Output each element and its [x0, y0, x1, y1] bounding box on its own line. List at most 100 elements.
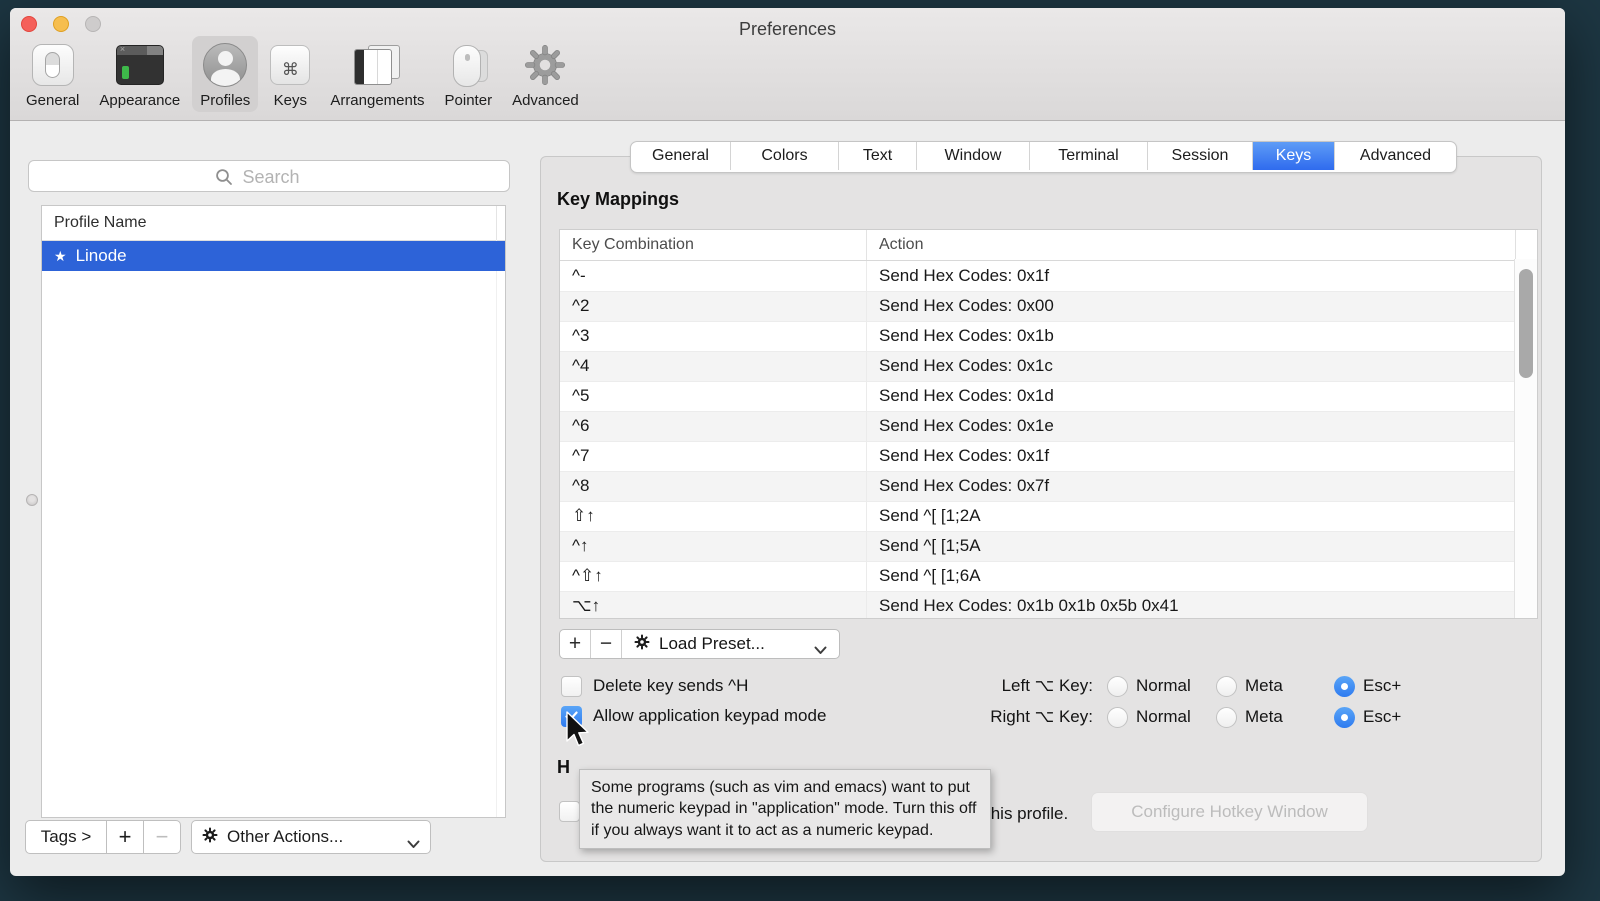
key-mapping-row[interactable]: ^3Send Hex Codes: 0x1b: [560, 321, 1537, 351]
appearance-terminal-icon: ×: [116, 41, 164, 89]
application-keypad-checkbox-row: Allow application keypad mode: [561, 704, 826, 728]
left-option-normal-radio[interactable]: Normal: [1107, 674, 1191, 698]
key-mapping-row[interactable]: ^8Send Hex Codes: 0x7f: [560, 471, 1537, 501]
toolbar-item-advanced[interactable]: Advanced: [504, 36, 587, 112]
gear-icon: [202, 827, 218, 848]
table-header: Key Combination Action: [560, 230, 1537, 261]
chevron-down-icon: [407, 834, 420, 854]
tab-terminal[interactable]: Terminal: [1030, 142, 1148, 170]
tab-keys[interactable]: Keys: [1253, 142, 1335, 170]
delete-key-sends-checkbox[interactable]: [561, 676, 582, 697]
key-mapping-row[interactable]: ^↑Send ^[ [1;5A: [560, 531, 1537, 561]
tab-advanced[interactable]: Advanced: [1335, 142, 1456, 170]
key-combination-cell: ^7: [560, 441, 867, 471]
general-switch-icon: [32, 41, 74, 89]
desktop: { "window": { "title": "Preferences" }, …: [0, 0, 1600, 901]
key-mapping-row[interactable]: ^7Send Hex Codes: 0x1f: [560, 441, 1537, 471]
key-mapping-row[interactable]: ⇧↑Send ^[ [1;2A: [560, 501, 1537, 531]
load-preset-dropdown[interactable]: Load Preset...: [621, 630, 839, 658]
radio-selected-icon: [1334, 676, 1355, 697]
arrangements-windows-icon: [354, 41, 400, 89]
key-mapping-row[interactable]: ^-Send Hex Codes: 0x1f: [560, 261, 1537, 291]
action-cell: Send Hex Codes: 0x1b 0x1b 0x5b 0x41: [867, 591, 1516, 619]
profile-row-linode[interactable]: ★ Linode: [42, 241, 505, 271]
toolbar-item-appearance[interactable]: × Appearance: [91, 36, 188, 112]
key-mappings-table: Key Combination Action ^-Send Hex Codes:…: [559, 229, 1538, 619]
toolbar-item-pointer[interactable]: Pointer: [437, 36, 501, 112]
gear-icon: [634, 634, 650, 655]
profiles-person-icon: [203, 41, 247, 89]
key-mapping-row[interactable]: ^2Send Hex Codes: 0x00: [560, 291, 1537, 321]
right-option-key-label: Right ⌥ Key:: [851, 707, 1093, 727]
radio-icon: [1107, 707, 1128, 728]
tab-colors[interactable]: Colors: [731, 142, 839, 170]
toolbar-item-general[interactable]: General: [18, 36, 87, 112]
preferences-window: Preferences General × Appearance Profile…: [10, 8, 1565, 876]
key-combination-cell: ⇧↑: [560, 501, 867, 531]
remove-key-mapping-button[interactable]: −: [590, 630, 621, 658]
delete-key-sends-checkbox-row: Delete key sends ^H: [561, 674, 748, 698]
right-option-normal-radio[interactable]: Normal: [1107, 705, 1191, 729]
action-cell: Send Hex Codes: 0x1b: [867, 321, 1516, 351]
add-key-mapping-button[interactable]: +: [560, 630, 590, 658]
pane-splitter-dot[interactable]: [26, 494, 38, 506]
action-cell: Send ^[ [1;5A: [867, 531, 1516, 561]
configure-hotkey-window-button[interactable]: Configure Hotkey Window: [1091, 792, 1368, 832]
profile-list-header[interactable]: Profile Name: [42, 206, 505, 241]
radio-selected-icon: [1334, 707, 1355, 728]
right-option-meta-radio[interactable]: Meta: [1216, 705, 1283, 729]
toolbar-item-profiles[interactable]: Profiles: [192, 36, 258, 112]
key-mapping-row[interactable]: ⌥↑Send Hex Codes: 0x1b 0x1b 0x5b 0x41: [560, 591, 1537, 619]
key-combination-cell: ^5: [560, 381, 867, 411]
key-combination-cell: ^2: [560, 291, 867, 321]
radio-icon: [1216, 676, 1237, 697]
action-cell: Send ^[ [1;6A: [867, 561, 1516, 591]
toolbar-item-keys[interactable]: ⌘ Keys: [262, 36, 318, 112]
key-combination-cell: ^⇧↑: [560, 561, 867, 591]
action-cell: Send Hex Codes: 0x7f: [867, 471, 1516, 501]
action-header[interactable]: Action: [867, 230, 1516, 260]
tab-text[interactable]: Text: [839, 142, 917, 170]
remove-profile-button[interactable]: −: [143, 820, 181, 854]
radio-icon: [1216, 707, 1237, 728]
profile-name: Linode: [76, 246, 127, 266]
key-mapping-actions: + −: [559, 629, 840, 659]
key-combination-cell: ^8: [560, 471, 867, 501]
right-option-esc-radio[interactable]: Esc+: [1334, 705, 1401, 729]
left-option-key-label: Left ⌥ Key:: [861, 676, 1093, 696]
key-mapping-row[interactable]: ^6Send Hex Codes: 0x1e: [560, 411, 1537, 441]
tab-window[interactable]: Window: [917, 142, 1030, 170]
key-mappings-heading: Key Mappings: [557, 189, 679, 210]
key-combination-cell: ^↑: [560, 531, 867, 561]
key-mapping-row[interactable]: ^⇧↑Send ^[ [1;6A: [560, 561, 1537, 591]
other-actions-dropdown[interactable]: Other Actions...: [191, 820, 431, 854]
keys-panel: Key Mappings Key Combination Action ^-Se…: [540, 156, 1542, 862]
search-input[interactable]: [29, 161, 513, 193]
default-profile-star-icon: ★: [54, 249, 67, 263]
key-combination-cell: ^-: [560, 261, 867, 291]
vertical-scrollbar[interactable]: [1514, 259, 1537, 618]
tab-session[interactable]: Session: [1148, 142, 1253, 170]
column-divider: [496, 206, 497, 240]
key-mapping-row[interactable]: ^4Send Hex Codes: 0x1c: [560, 351, 1537, 381]
obscured-checkbox[interactable]: [559, 801, 580, 822]
profile-search-field[interactable]: [28, 160, 510, 192]
action-cell: Send Hex Codes: 0x1e: [867, 411, 1516, 441]
left-option-meta-radio[interactable]: Meta: [1216, 674, 1283, 698]
titlebar: Preferences General × Appearance Profile…: [10, 8, 1565, 121]
tags-button[interactable]: Tags >: [25, 820, 107, 854]
action-cell: Send Hex Codes: 0x1f: [867, 261, 1516, 291]
keypad-mode-tooltip: Some programs (such as vim and emacs) wa…: [579, 769, 991, 849]
scrollbar-thumb[interactable]: [1519, 269, 1533, 378]
left-option-esc-radio[interactable]: Esc+: [1334, 674, 1401, 698]
pointer-mouse-icon: [445, 41, 491, 89]
preferences-toolbar: General × Appearance Profiles ⌘ Keys: [18, 36, 587, 112]
tab-general[interactable]: General: [631, 142, 731, 170]
toolbar-item-arrangements[interactable]: Arrangements: [322, 36, 432, 112]
profile-tabbar: General Colors Text Window Terminal Sess…: [630, 141, 1457, 173]
key-combination-cell: ⌥↑: [560, 591, 867, 619]
add-profile-button[interactable]: +: [106, 820, 144, 854]
key-combination-header[interactable]: Key Combination: [560, 230, 867, 260]
key-mapping-row[interactable]: ^5Send Hex Codes: 0x1d: [560, 381, 1537, 411]
key-combination-cell: ^6: [560, 411, 867, 441]
